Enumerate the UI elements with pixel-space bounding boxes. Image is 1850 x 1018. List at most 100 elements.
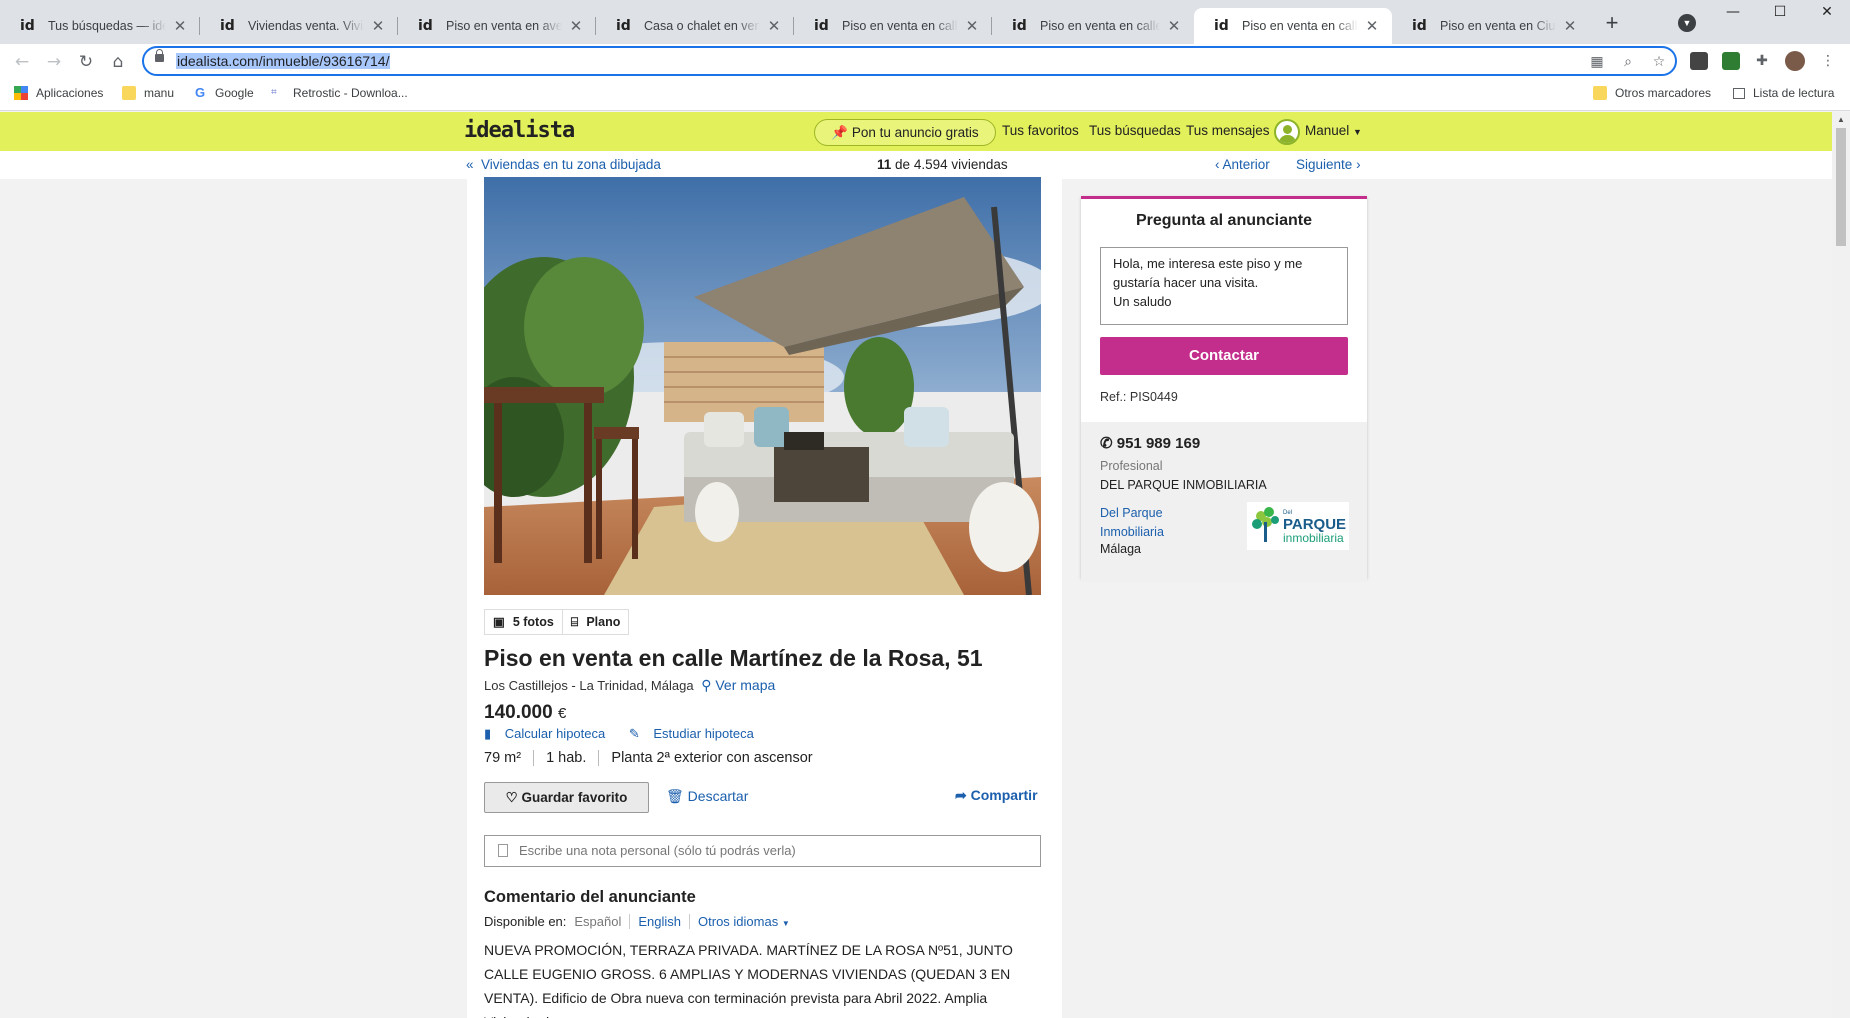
lock-icon[interactable] xyxy=(155,49,164,62)
back-icon[interactable]: ← xyxy=(9,49,35,75)
bookmark-folder-manu[interactable]: manu xyxy=(122,86,174,100)
double-chevron-left-icon: « xyxy=(466,157,474,172)
view-map-link[interactable]: ⚲ Ver mapa xyxy=(701,677,775,693)
bookmark-google[interactable]: G Google xyxy=(193,86,254,101)
agency-logo[interactable]: Del PARQUE inmobiliaria xyxy=(1247,502,1349,550)
page-scrollbar[interactable]: ▲ xyxy=(1832,112,1850,1018)
forward-icon[interactable]: → xyxy=(41,49,67,75)
home-icon[interactable]: ⌂ xyxy=(105,49,131,75)
listing-navigation: « Viviendas en tu zona dibujada 11 de 4.… xyxy=(0,151,1832,179)
agent-phone[interactable]: ✆ 951 989 169 xyxy=(1100,434,1200,452)
favorites-link[interactable]: Tus favoritos xyxy=(1002,123,1079,138)
listing-main-photo[interactable] xyxy=(484,177,1041,595)
language-english-link[interactable]: English xyxy=(629,914,689,929)
scrollbar-thumb[interactable] xyxy=(1836,128,1846,246)
pin-icon: 📌 xyxy=(831,125,848,140)
address-bar[interactable]: idealista.com/inmueble/93616714/ ▦ ⌕ ☆ xyxy=(142,46,1677,76)
trash-icon: 🗑 xyxy=(666,788,684,804)
study-mortgage-link[interactable]: ✎ Estudiar hipoteca xyxy=(629,726,764,741)
close-tab-icon[interactable]: ✕ xyxy=(568,17,584,35)
extension-icon[interactable] xyxy=(1722,52,1740,70)
tab-title: Piso en venta en calle Ca xyxy=(842,19,958,33)
close-tab-icon[interactable]: ✕ xyxy=(1562,17,1578,35)
contact-message-textarea[interactable]: Hola, me interesa este piso y me gustarí… xyxy=(1100,247,1348,325)
browser-tab[interactable]: id Piso en venta en calle Ca ✕ xyxy=(794,8,992,44)
menu-kebab-icon[interactable]: ⋮ xyxy=(1818,51,1838,71)
feature-floor: Planta 2ª exterior con ascensor xyxy=(598,750,824,766)
calculate-mortgage-link[interactable]: ▮ Calcular hipoteca xyxy=(484,726,615,741)
new-tab-icon[interactable]: + xyxy=(1600,10,1624,36)
idealista-favicon-icon: id xyxy=(20,17,38,35)
personal-note-input[interactable]: Escribe una nota personal (sólo tú podrá… xyxy=(484,835,1041,867)
site-header: idealista 📌 Pon tu anuncio gratis Tus fav… xyxy=(0,112,1832,151)
bookmark-apps[interactable]: Aplicaciones xyxy=(14,86,103,100)
photos-tab[interactable]: ▣ 5 fotos xyxy=(484,609,563,635)
browser-tab[interactable]: id Viviendas venta. Viviendas ✕ xyxy=(200,8,398,44)
language-spanish: Español xyxy=(574,914,622,929)
qr-code-icon[interactable]: ▦ xyxy=(1587,52,1607,72)
agent-name: DEL PARQUE INMOBILIARIA xyxy=(1100,478,1267,492)
close-tab-icon[interactable]: ✕ xyxy=(1166,17,1182,35)
zoom-icon[interactable]: ⌕ xyxy=(1618,52,1638,72)
messages-link[interactable]: Tus mensajes xyxy=(1186,123,1270,138)
next-link[interactable]: Siguiente › xyxy=(1296,157,1361,172)
tab-title: Piso en venta en Ciudad xyxy=(1440,19,1556,33)
reload-icon[interactable]: ↻ xyxy=(73,49,99,75)
bookmark-label: Otros marcadores xyxy=(1615,86,1712,100)
other-languages-dropdown[interactable]: Otros idiomas ▼ xyxy=(689,914,798,929)
close-tab-icon[interactable]: ✕ xyxy=(370,17,386,35)
location-text: Los Castillejos - La Trinidad, Málaga xyxy=(484,678,694,693)
agent-info: ✆ 951 989 169 Profesional DEL PARQUE INM… xyxy=(1081,422,1367,581)
profile-avatar[interactable] xyxy=(1785,51,1805,71)
save-favorite-button[interactable]: ♡ Guardar favorito xyxy=(484,782,649,813)
map-pin-icon: ⚲ xyxy=(701,677,712,693)
browser-tab[interactable]: id Casa o chalet en venta en ✕ xyxy=(596,8,794,44)
listing-reference: Ref.: PIS0449 xyxy=(1100,390,1178,404)
bookmark-star-icon[interactable]: ☆ xyxy=(1649,52,1669,72)
bookmark-label: Lista de lectura xyxy=(1753,86,1835,100)
photos-label: 5 fotos xyxy=(512,615,554,629)
bookmark-label: Google xyxy=(215,86,254,100)
idealista-logo[interactable]: idealista xyxy=(464,118,575,143)
user-menu[interactable]: Manuel ▼ xyxy=(1305,123,1362,138)
floorplan-tab[interactable]: ⌸ Plano xyxy=(562,609,630,635)
extension-icon[interactable] xyxy=(1690,52,1708,70)
back-label: Viviendas en tu zona dibujada xyxy=(481,157,661,172)
url-text[interactable]: idealista.com/inmueble/93616714/ xyxy=(176,53,391,69)
pencil-icon: ✎ xyxy=(628,726,640,741)
back-to-results-link[interactable]: « Viviendas en tu zona dibujada xyxy=(466,157,661,172)
browser-tab[interactable]: id Tus búsquedas — idealista ✕ xyxy=(0,8,200,44)
minimize-icon[interactable]: — xyxy=(1710,4,1756,26)
browser-tab[interactable]: id Piso en venta en avenida ✕ xyxy=(398,8,596,44)
close-tab-icon[interactable]: ✕ xyxy=(766,17,782,35)
close-tab-icon[interactable]: ✕ xyxy=(1364,17,1380,35)
chevron-left-icon: ‹ xyxy=(1215,157,1220,172)
puzzle-extensions-icon[interactable]: ✚ xyxy=(1752,51,1772,71)
result-total: de 4.594 viviendas xyxy=(895,157,1008,172)
bookmarks-bar: Aplicaciones manu G Google ⌗ Retrostic -… xyxy=(0,79,1850,111)
agent-profile-link[interactable]: Del Parque Inmobiliaria xyxy=(1100,504,1200,542)
browser-tab[interactable]: id Piso en venta en calle Cla ✕ xyxy=(992,8,1194,44)
browser-tab[interactable]: id Piso en venta en Ciudad ✕ xyxy=(1392,8,1590,44)
searches-link[interactable]: Tus búsquedas xyxy=(1089,123,1181,138)
scroll-up-icon[interactable]: ▲ xyxy=(1837,115,1845,124)
bookmark-label: manu xyxy=(144,86,175,100)
close-tab-icon[interactable]: ✕ xyxy=(172,17,188,35)
listing-title: Piso en venta en calle Martínez de la Ro… xyxy=(484,645,983,671)
phone-number: 951 989 169 xyxy=(1116,435,1201,452)
contact-button[interactable]: Contactar xyxy=(1100,337,1348,375)
discard-link[interactable]: 🗑 Descartar xyxy=(666,788,748,805)
chevron-down-icon: ▼ xyxy=(1353,127,1362,137)
tab-search-icon[interactable]: ▼ xyxy=(1678,14,1696,32)
close-window-icon[interactable]: ✕ xyxy=(1804,4,1850,26)
bookmark-retrostic[interactable]: ⌗ Retrostic - Downloa... xyxy=(271,86,408,100)
close-tab-icon[interactable]: ✕ xyxy=(964,17,980,35)
previous-link[interactable]: ‹ Anterior xyxy=(1215,157,1270,172)
share-link[interactable]: ➦ Compartir xyxy=(955,787,1038,804)
browser-tab-active[interactable]: id Piso en venta en calle Ma ✕ xyxy=(1194,8,1392,44)
bookmark-folder-others[interactable]: Otros marcadores xyxy=(1593,86,1711,100)
reading-list[interactable]: Lista de lectura xyxy=(1733,86,1834,100)
user-avatar-icon[interactable] xyxy=(1274,119,1300,145)
maximize-icon[interactable]: ☐ xyxy=(1757,4,1803,26)
post-ad-button[interactable]: 📌 Pon tu anuncio gratis xyxy=(814,119,996,146)
